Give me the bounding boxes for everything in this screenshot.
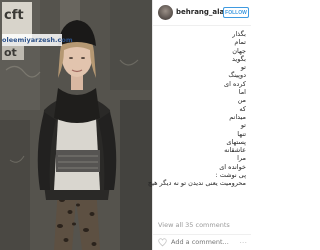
caption-line: تو (240, 121, 246, 130)
post-photo[interactable]: cft ot oleemiyarzesh.com (0, 0, 152, 250)
avatar[interactable] (158, 5, 173, 20)
post-caption: بگذار تمام جهان بگوید تو دوپینگ کرده ای اما من که… (147, 30, 246, 188)
caption-line: تنها (237, 129, 246, 138)
watermark: oleemiyarzesh.com (2, 34, 73, 46)
caption-line: کرده ای (224, 79, 246, 88)
caption-line: عاشقانه (224, 146, 246, 155)
caption-line: تو (240, 63, 246, 72)
caption-line: میدانم (229, 112, 246, 121)
add-comment-bar: ... (153, 234, 251, 250)
caption-line: من (237, 96, 246, 105)
caption-line: جهان (232, 46, 246, 55)
caption-line: خوانده ای (219, 162, 246, 171)
more-options-icon[interactable]: ... (239, 236, 247, 245)
caption-line: مرا (237, 154, 246, 163)
follow-button[interactable]: FOLLOW (223, 7, 249, 18)
wall-sign-text: cft (4, 8, 24, 23)
caption-line-final: محرومیت یعنی ندیدن تو نه دیگر هیچ (147, 179, 246, 188)
caption-line: بگذار (232, 30, 246, 38)
caption-line: که (239, 104, 246, 113)
post-side-panel: behrang_alavi FOLLOW بگذار تمام جهان بگوید ت… (147, 0, 251, 250)
add-comment-input[interactable] (171, 238, 235, 246)
wall-sign-text-2: ot (4, 46, 17, 59)
caption-line: بگوید (232, 54, 246, 63)
caption-line: تمام (234, 38, 246, 47)
caption-line: پی نوشت : (215, 171, 246, 180)
caption-line: دوپینگ (228, 71, 246, 80)
caption-line: پستهای (226, 137, 246, 146)
view-all-comments-link[interactable]: View all 35 comments (158, 221, 230, 229)
post-header: behrang_alavi FOLLOW (153, 0, 251, 26)
heart-icon[interactable] (158, 238, 167, 247)
caption-line: اما (238, 88, 246, 97)
